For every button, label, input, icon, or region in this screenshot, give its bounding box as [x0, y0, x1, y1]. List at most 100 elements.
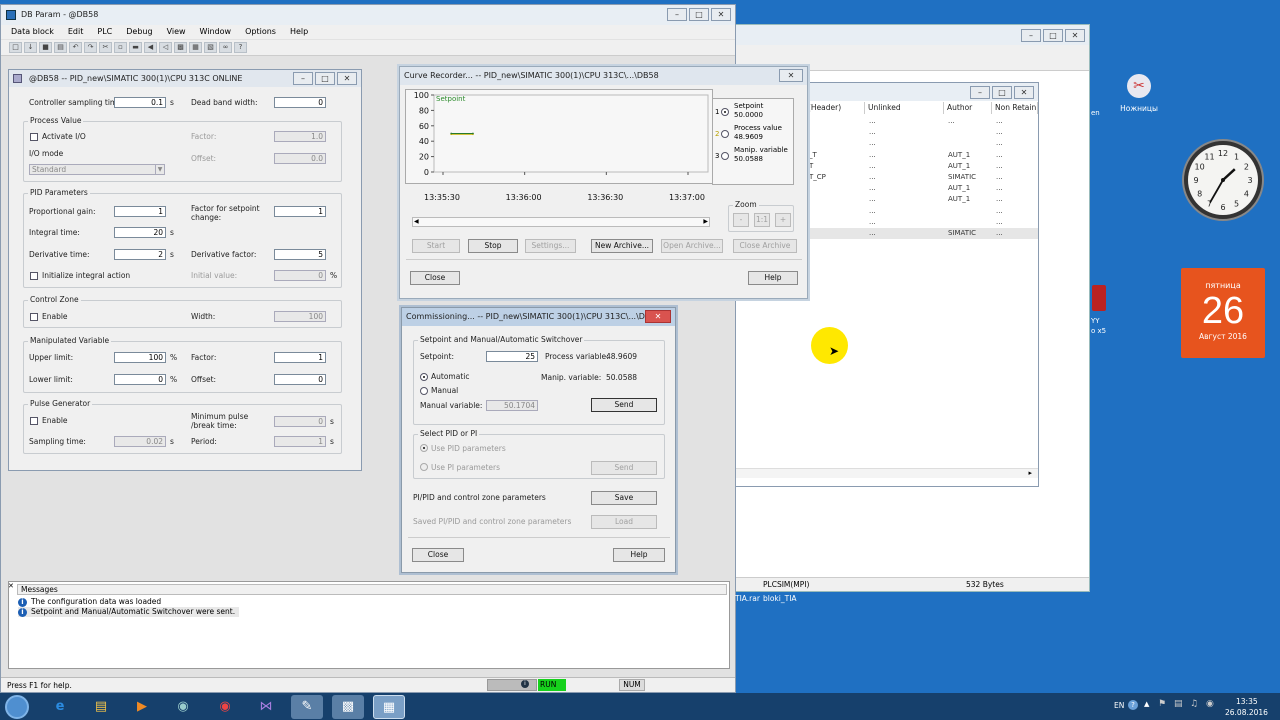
horizontal-scrollbar[interactable]: ▸ — [735, 468, 1038, 478]
menu-options[interactable]: Options — [245, 25, 276, 39]
integral-time-input[interactable]: 20 — [114, 227, 166, 238]
control-zone-enable-checkbox[interactable] — [30, 313, 38, 321]
close-icon[interactable]: ✕ — [1014, 86, 1034, 99]
help-pointer-icon[interactable]: ? — [234, 42, 247, 53]
first-icon[interactable]: ◀ — [144, 42, 157, 53]
ie-taskbar-icon[interactable]: e — [44, 695, 76, 719]
commissioning-help-button[interactable]: Help — [613, 548, 665, 562]
curve-close-button[interactable]: Close — [410, 271, 460, 285]
module2-icon[interactable]: ▧ — [204, 42, 217, 53]
help-tray-icon[interactable]: ? — [1128, 700, 1138, 710]
clock-time[interactable]: 13:35 — [1236, 697, 1258, 706]
load-button[interactable]: Load — [591, 515, 657, 529]
close-icon[interactable]: ✕ — [711, 8, 731, 21]
column-header-header[interactable]: (Header) — [805, 102, 865, 114]
curve-help-button[interactable]: Help — [748, 271, 798, 285]
menu-help[interactable]: Help — [290, 25, 308, 39]
factor-setpoint-input[interactable]: 1 — [274, 206, 326, 217]
file-label-bloki[interactable]: bloki_TIA — [763, 594, 797, 603]
clock-gadget[interactable]: 12 1 2 3 4 5 6 7 8 9 10 11 — [1181, 138, 1265, 222]
scroll-right-icon[interactable]: ▸ — [1028, 469, 1032, 477]
scroll-right-icon[interactable]: ▶ — [703, 218, 708, 225]
network-tray-icon[interactable]: ▤ — [1174, 699, 1183, 709]
io-mode-select[interactable]: Standard ▼ — [29, 164, 165, 175]
zoom-out-button[interactable]: - — [733, 213, 749, 227]
close-icon[interactable]: ✕ — [645, 310, 671, 323]
chrome-taskbar-icon[interactable]: ◉ — [209, 695, 241, 719]
start-button[interactable]: Start — [412, 239, 460, 253]
send-button[interactable]: Send — [591, 398, 657, 412]
send-pi-button[interactable]: Send — [591, 461, 657, 475]
menu-view[interactable]: View — [167, 25, 186, 39]
db-param-taskbar-icon[interactable]: ▦ — [373, 695, 405, 719]
column-header-unlinked[interactable]: Unlinked — [865, 102, 944, 114]
close-icon[interactable]: ✕ — [1065, 29, 1085, 42]
redo-icon[interactable]: ↷ — [84, 42, 97, 53]
file-label-tia[interactable]: TIA.rar — [735, 594, 760, 603]
undo-icon[interactable]: ↶ — [69, 42, 82, 53]
pv-factor-input[interactable]: 1.0 — [274, 131, 326, 142]
mv-offset-input[interactable]: 0 — [274, 374, 326, 385]
min-pulse-input[interactable]: 0 — [274, 416, 326, 427]
use-pi-radio[interactable] — [420, 463, 428, 471]
activate-io-checkbox[interactable] — [30, 133, 38, 141]
zoom-reset-button[interactable]: 1:1 — [754, 213, 770, 227]
media-player-taskbar-icon[interactable]: ▶ — [126, 695, 158, 719]
settings-button[interactable]: Settings... — [525, 239, 576, 253]
start-button[interactable] — [5, 695, 29, 719]
mv-factor-input[interactable]: 1 — [274, 352, 326, 363]
automatic-radio[interactable] — [420, 373, 428, 381]
app-taskbar-icon[interactable]: ◉ — [167, 695, 199, 719]
pv-offset-input[interactable]: 0.0 — [274, 153, 326, 164]
menu-data-block[interactable]: Data block — [11, 25, 54, 39]
desktop-app-icon[interactable] — [1092, 285, 1106, 311]
print-icon[interactable]: ▤ — [54, 42, 67, 53]
glasses-icon[interactable]: ∞ — [219, 42, 232, 53]
paste-icon[interactable]: ▬ — [129, 42, 142, 53]
copy-icon[interactable]: ▫ — [114, 42, 127, 53]
save-icon[interactable]: ■ — [39, 42, 52, 53]
period-input[interactable]: 1 — [274, 436, 326, 447]
setpoint-input[interactable]: 25 — [486, 351, 538, 362]
close-icon[interactable]: ✕ — [779, 69, 803, 82]
manual-radio[interactable] — [420, 387, 428, 395]
open-archive-button[interactable]: Open Archive... — [661, 239, 723, 253]
plcsim-taskbar-icon[interactable]: ▩ — [332, 695, 364, 719]
save-button[interactable]: Save — [591, 491, 657, 505]
column-header-author[interactable]: Author — [944, 102, 992, 114]
legend-radio[interactable] — [721, 152, 729, 160]
upper-limit-input[interactable]: 100 — [114, 352, 166, 363]
language-indicator[interactable]: EN — [1114, 701, 1124, 710]
scroll-left-icon[interactable]: ◀ — [414, 218, 419, 225]
maximize-icon[interactable]: □ — [1043, 29, 1063, 42]
close-icon[interactable]: ✕ — [337, 72, 357, 85]
control-zone-width-input[interactable]: 100 — [274, 311, 326, 322]
initialize-integral-checkbox[interactable] — [30, 272, 38, 280]
minimize-icon[interactable]: – — [1021, 29, 1041, 42]
proportional-gain-input[interactable]: 1 — [114, 206, 166, 217]
controller-sampling-time-input[interactable]: 0.1 — [114, 97, 166, 108]
maximize-icon[interactable]: □ — [315, 72, 335, 85]
menu-plc[interactable]: PLC — [97, 25, 112, 39]
close-icon[interactable]: ✕ — [8, 582, 14, 590]
pulse-enable-checkbox[interactable] — [30, 417, 38, 425]
use-pid-radio[interactable] — [420, 444, 428, 452]
minimize-icon[interactable]: – — [667, 8, 687, 21]
monitor-icon[interactable]: ▩ — [174, 42, 187, 53]
show-hidden-icons[interactable]: ▲ — [1144, 700, 1149, 708]
step7-taskbar-icon[interactable]: ✎ — [291, 695, 323, 719]
time-scrollbar[interactable]: ◀ ▶ — [412, 217, 710, 227]
menu-window[interactable]: Window — [200, 25, 232, 39]
manual-variable-input[interactable]: 50.1704 — [486, 400, 538, 411]
flag-tray-icon[interactable]: ⚑ — [1158, 699, 1166, 709]
dead-band-width-input[interactable]: 0 — [274, 97, 326, 108]
close-archive-button[interactable]: Close Archive — [733, 239, 797, 253]
derivative-time-input[interactable]: 2 — [114, 249, 166, 260]
legend-radio[interactable] — [721, 108, 729, 116]
minimize-icon[interactable]: – — [293, 72, 313, 85]
new-archive-button[interactable]: New Archive... — [591, 239, 653, 253]
maximize-icon[interactable]: □ — [992, 86, 1012, 99]
cut-icon[interactable]: ✂ — [99, 42, 112, 53]
vs-taskbar-icon[interactable]: ⋈ — [250, 695, 282, 719]
calendar-gadget[interactable]: пятница 26 Август 2016 — [1181, 268, 1265, 358]
